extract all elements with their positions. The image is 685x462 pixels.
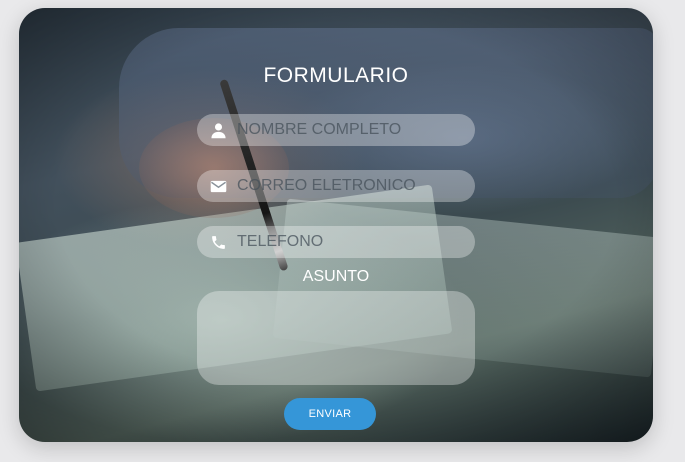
name-field[interactable] (197, 114, 475, 146)
user-icon (211, 123, 226, 139)
name-input[interactable] (237, 114, 465, 146)
email-input[interactable] (237, 170, 465, 202)
phone-field[interactable] (197, 226, 475, 258)
envelope-icon (210, 180, 227, 193)
phone-input[interactable] (237, 226, 465, 258)
phone-icon (212, 236, 225, 249)
email-field[interactable] (197, 170, 475, 202)
asunto-textarea[interactable] (197, 291, 475, 385)
form-title: FORMULARIO (263, 64, 409, 87)
send-button[interactable]: ENVIAR (284, 398, 376, 430)
contact-form-card: FORMULARIO ASUNTO ENVIAR (19, 8, 653, 442)
asunto-label: ASUNTO (302, 268, 370, 285)
